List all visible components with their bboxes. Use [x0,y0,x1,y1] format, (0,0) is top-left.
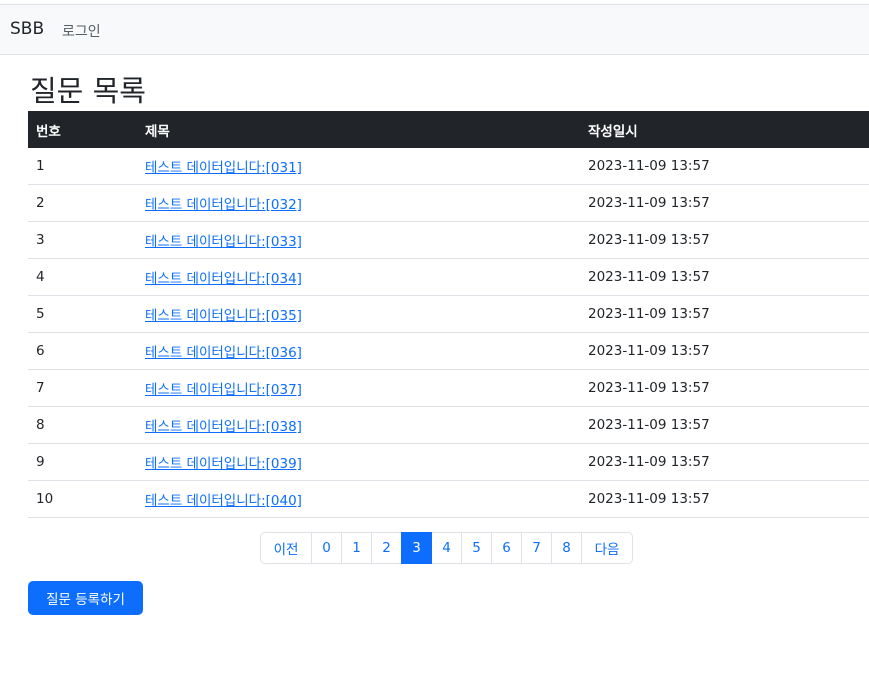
question-subject-link[interactable]: 테스트 데이터입니다:[032] [145,197,302,213]
pagination-page-active[interactable]: 3 [401,532,432,564]
question-subject-link[interactable]: 테스트 데이터입니다:[037] [145,382,302,398]
table-row: 8 테스트 데이터입니다:[038] 2023-11-09 13:57 [28,406,869,444]
table-row: 1 테스트 데이터입니다:[031] 2023-11-09 13:57 [28,148,869,185]
table-body: 1 테스트 데이터입니다:[031] 2023-11-09 13:57 2 테스… [28,148,869,518]
row-number: 7 [28,369,137,407]
row-created: 2023-11-09 13:57 [580,295,869,333]
row-subject-cell: 테스트 데이터입니다:[034] [137,258,580,296]
table-header-row: 번호 제목 작성일시 [28,111,869,148]
row-number: 10 [28,480,137,518]
pagination-page[interactable]: 0 [311,532,342,564]
row-subject-cell: 테스트 데이터입니다:[035] [137,295,580,333]
table-row: 5 테스트 데이터입니다:[035] 2023-11-09 13:57 [28,295,869,333]
row-subject-cell: 테스트 데이터입니다:[040] [137,480,580,518]
table-row: 2 테스트 데이터입니다:[032] 2023-11-09 13:57 [28,184,869,222]
table-row: 3 테스트 데이터입니다:[033] 2023-11-09 13:57 [28,221,869,259]
table-header: 번호 제목 작성일시 [28,111,869,148]
create-question-button[interactable]: 질문 등록하기 [28,581,143,615]
question-subject-link[interactable]: 테스트 데이터입니다:[040] [145,493,302,509]
row-number: 9 [28,443,137,481]
pagination-page[interactable]: 6 [491,532,522,564]
table-row: 6 테스트 데이터입니다:[036] 2023-11-09 13:57 [28,332,869,370]
header-subject: 제목 [145,123,170,140]
row-subject-cell: 테스트 데이터입니다:[036] [137,332,580,370]
row-number: 6 [28,332,137,370]
table-row: 9 테스트 데이터입니다:[039] 2023-11-09 13:57 [28,443,869,481]
question-subject-link[interactable]: 테스트 데이터입니다:[033] [145,234,302,250]
table-row: 4 테스트 데이터입니다:[034] 2023-11-09 13:57 [28,258,869,296]
row-number: 5 [28,295,137,333]
pagination-page[interactable]: 8 [551,532,582,564]
login-link[interactable]: 로그인 [62,21,101,41]
pagination: 이전 0 1 2 3 4 5 6 7 8 다음 [260,532,633,564]
row-created: 2023-11-09 13:57 [580,258,869,296]
header-number: 번호 [36,123,61,140]
question-subject-link[interactable]: 테스트 데이터입니다:[035] [145,308,302,324]
row-subject-cell: 테스트 데이터입니다:[032] [137,184,580,222]
row-created: 2023-11-09 13:57 [580,148,869,185]
pagination-next[interactable]: 다음 [581,532,633,564]
row-number: 3 [28,221,137,259]
row-created: 2023-11-09 13:57 [580,443,869,481]
header-created: 작성일시 [588,123,638,140]
pagination-page[interactable]: 2 [371,532,402,564]
pagination-page[interactable]: 4 [431,532,462,564]
pagination-page[interactable]: 7 [521,532,552,564]
table-row: 7 테스트 데이터입니다:[037] 2023-11-09 13:57 [28,369,869,407]
page-title: 질문 목록 [30,74,146,108]
table-row: 10 테스트 데이터입니다:[040] 2023-11-09 13:57 [28,480,869,518]
question-subject-link[interactable]: 테스트 데이터입니다:[036] [145,345,302,361]
row-created: 2023-11-09 13:57 [580,184,869,222]
row-created: 2023-11-09 13:57 [580,369,869,407]
row-subject-cell: 테스트 데이터입니다:[039] [137,443,580,481]
brand-link[interactable]: SBB [10,19,44,39]
question-subject-link[interactable]: 테스트 데이터입니다:[034] [145,271,302,287]
row-subject-cell: 테스트 데이터입니다:[037] [137,369,580,407]
pagination-page[interactable]: 1 [341,532,372,564]
pagination-prev[interactable]: 이전 [260,532,312,564]
row-number: 8 [28,406,137,444]
row-subject-cell: 테스트 데이터입니다:[033] [137,221,580,259]
row-created: 2023-11-09 13:57 [580,221,869,259]
row-number: 4 [28,258,137,296]
navbar: SBB 로그인 [0,4,869,55]
row-created: 2023-11-09 13:57 [580,332,869,370]
question-subject-link[interactable]: 테스트 데이터입니다:[031] [145,160,302,176]
row-subject-cell: 테스트 데이터입니다:[038] [137,406,580,444]
row-subject-cell: 테스트 데이터입니다:[031] [137,148,580,185]
question-subject-link[interactable]: 테스트 데이터입니다:[038] [145,419,302,435]
row-number: 1 [28,148,137,185]
question-table: 번호 제목 작성일시 1 테스트 데이터입니다:[031] 2023-11-09… [28,111,869,518]
row-number: 2 [28,184,137,222]
row-created: 2023-11-09 13:57 [580,480,869,518]
question-subject-link[interactable]: 테스트 데이터입니다:[039] [145,456,302,472]
pagination-page[interactable]: 5 [461,532,492,564]
row-created: 2023-11-09 13:57 [580,406,869,444]
